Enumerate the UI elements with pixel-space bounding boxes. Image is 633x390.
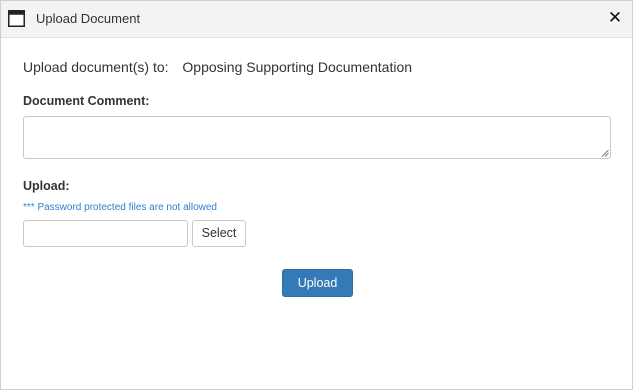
dialog-titlebar: Upload Document ✕ — [1, 1, 632, 38]
select-file-button[interactable]: Select — [192, 220, 246, 247]
file-path-field[interactable] — [23, 220, 188, 247]
window-icon — [8, 10, 25, 27]
upload-document-dialog: Upload Document ✕ Upload document(s) to:… — [0, 0, 633, 390]
upload-button[interactable]: Upload — [282, 269, 353, 297]
upload-destination: Upload document(s) to: Opposing Supporti… — [23, 59, 412, 75]
destination-label: Upload document(s) to: — [23, 59, 169, 75]
close-icon[interactable]: ✕ — [607, 9, 623, 27]
upload-label: Upload: — [23, 179, 70, 193]
document-comment-label: Document Comment: — [23, 94, 150, 108]
resize-grip-icon[interactable] — [601, 149, 609, 157]
document-comment-input[interactable] — [23, 116, 611, 159]
dialog-title: Upload Document — [36, 11, 141, 26]
password-warning-note: *** Password protected files are not all… — [23, 202, 217, 213]
destination-value: Opposing Supporting Documentation — [182, 59, 413, 75]
